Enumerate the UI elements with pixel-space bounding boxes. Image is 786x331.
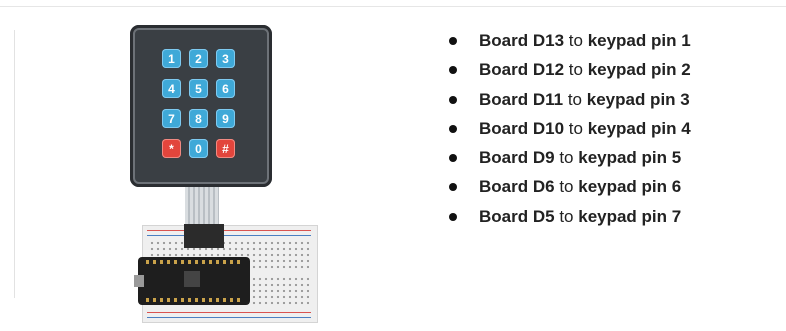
list-item: Board D9 to keypad pin 5 bbox=[448, 143, 691, 172]
breadboard-rail-red-bottom bbox=[147, 312, 311, 313]
usb-port bbox=[134, 275, 144, 287]
list-item: Board D10 to keypad pin 4 bbox=[448, 114, 691, 143]
keypad-key: 8 bbox=[189, 109, 208, 128]
keypad-pin: keypad pin 7 bbox=[578, 206, 682, 226]
ribbon-cable bbox=[185, 187, 219, 227]
breadboard-rail-blue-bottom bbox=[147, 317, 311, 318]
keypad-key: 4 bbox=[162, 79, 181, 98]
header-pins-bottom bbox=[146, 298, 242, 302]
top-divider bbox=[0, 6, 786, 7]
board-pin: Board D10 bbox=[479, 118, 565, 138]
keypad-key: * bbox=[162, 139, 181, 158]
feather-board bbox=[134, 257, 250, 305]
connector-word: to bbox=[559, 148, 574, 168]
keypad-key: 9 bbox=[216, 109, 235, 128]
keypad-pin: keypad pin 2 bbox=[587, 60, 691, 80]
list-item: Board D12 to keypad pin 2 bbox=[448, 55, 691, 84]
bullet-icon bbox=[449, 37, 457, 45]
keypad-key: # bbox=[216, 139, 235, 158]
connector-word: to bbox=[567, 89, 583, 109]
bullet-icon bbox=[449, 154, 457, 163]
board-pin: Board D9 bbox=[479, 148, 555, 168]
list-item: Board D13 to keypad pin 1 bbox=[448, 26, 691, 55]
keypad-key: 1 bbox=[162, 49, 181, 68]
bullet-icon bbox=[449, 66, 457, 75]
keypad-pin: keypad pin 5 bbox=[578, 148, 682, 168]
keypad-pin: keypad pin 3 bbox=[586, 89, 690, 109]
keypad: 1 2 3 4 5 6 7 8 9 * 0 # bbox=[130, 25, 272, 187]
keypad-pin: keypad pin 4 bbox=[587, 118, 691, 138]
header-pins-top bbox=[146, 260, 242, 264]
keypad-key: 5 bbox=[189, 79, 208, 98]
board-pin: Board D5 bbox=[479, 206, 555, 226]
board-pin: Board D12 bbox=[479, 60, 565, 80]
breadboard-rail-blue bbox=[147, 235, 311, 236]
keypad-pin: keypad pin 6 bbox=[578, 177, 682, 197]
keypad-key: 7 bbox=[162, 109, 181, 128]
list-item: Board D5 to keypad pin 7 bbox=[448, 202, 691, 231]
board-chip bbox=[184, 271, 200, 287]
connector-word: to bbox=[559, 177, 574, 197]
board-pin: Board D6 bbox=[479, 177, 555, 197]
bullet-icon bbox=[449, 95, 457, 104]
connection-list: Board D13 to keypad pin 1 Board D12 to k… bbox=[448, 26, 691, 231]
keypad-key: 2 bbox=[189, 49, 208, 68]
keypad-key: 0 bbox=[189, 139, 208, 158]
wiring-illustration: 1 2 3 4 5 6 7 8 9 * 0 # bbox=[130, 20, 330, 323]
bullet-icon bbox=[449, 183, 457, 192]
board-pin: Board D13 bbox=[479, 31, 565, 50]
list-item: Board D6 to keypad pin 6 bbox=[448, 172, 691, 201]
board-pin: Board D11 bbox=[479, 89, 564, 109]
keypad-key: 3 bbox=[216, 49, 235, 68]
left-divider bbox=[14, 30, 15, 298]
bullet-icon bbox=[449, 212, 457, 221]
connector-word: to bbox=[568, 60, 583, 80]
keypad-pin: keypad pin 1 bbox=[587, 31, 691, 50]
connector-word: to bbox=[568, 31, 583, 50]
list-item: Board D11 to keypad pin 3 bbox=[448, 85, 691, 114]
bullet-icon bbox=[449, 124, 457, 133]
keypad-key: 6 bbox=[216, 79, 235, 98]
ribbon-connector bbox=[184, 224, 224, 248]
breadboard-rail-red bbox=[147, 230, 311, 231]
connector-word: to bbox=[568, 118, 583, 138]
connector-word: to bbox=[559, 206, 574, 226]
